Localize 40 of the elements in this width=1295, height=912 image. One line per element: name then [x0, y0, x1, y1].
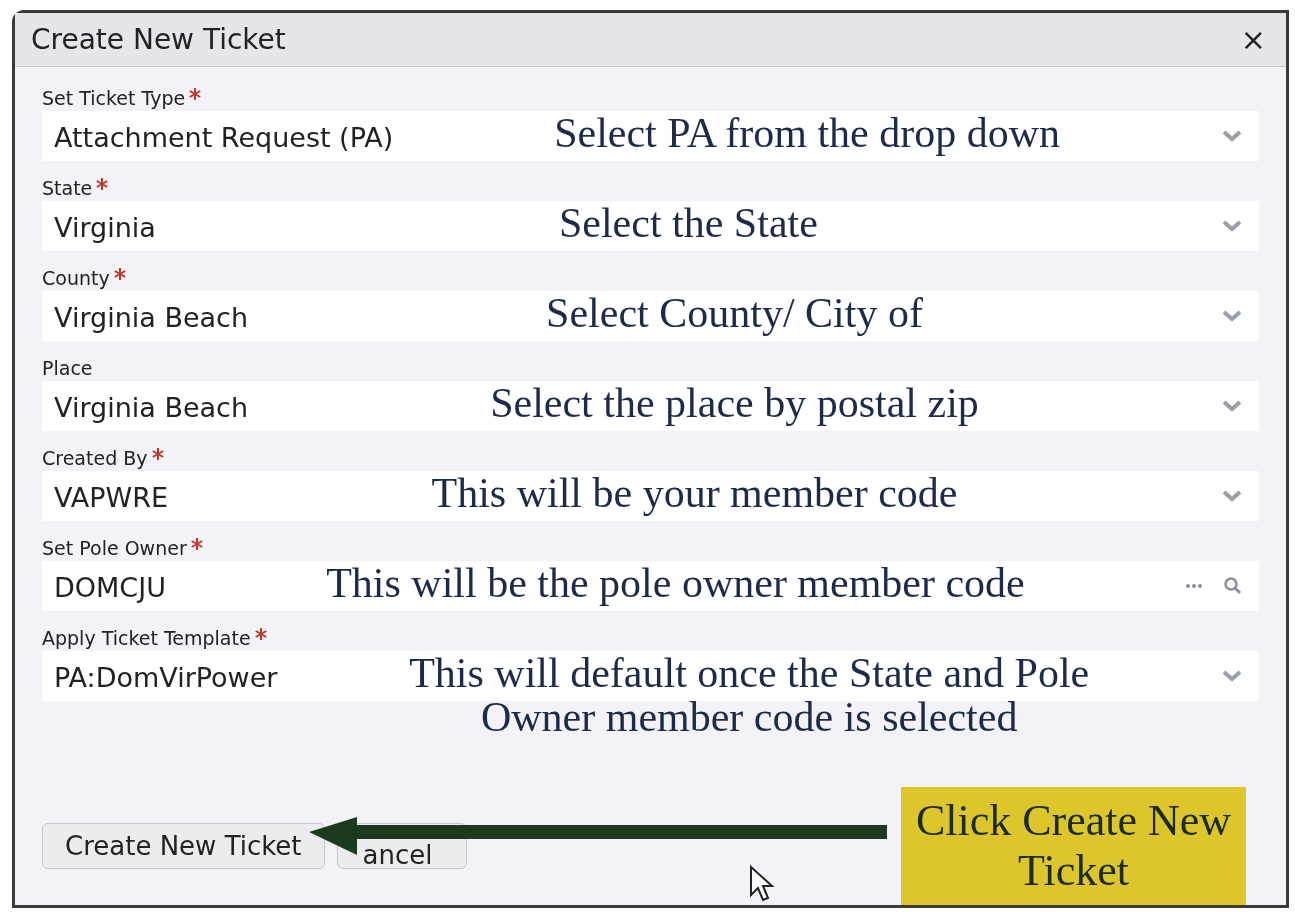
field-value: VAPWRE	[54, 480, 168, 515]
chevron-down-icon[interactable]	[1221, 669, 1243, 683]
ellipsis-icon[interactable]	[1185, 583, 1203, 589]
annotation-text: This will be the pole owner member code	[326, 561, 1025, 605]
field-label: County	[42, 267, 110, 289]
field-label: Created By	[42, 447, 148, 469]
field-value: Attachment Request (PA)	[54, 120, 394, 155]
select-field[interactable]: Virginia Select the State	[42, 201, 1259, 251]
select-field[interactable]: VAPWRE This will be your member code	[42, 471, 1259, 521]
close-button[interactable]: ×	[1236, 24, 1270, 55]
field-label: State	[42, 177, 93, 199]
create-ticket-button[interactable]: Create New Ticket	[42, 823, 325, 869]
field-value: Virginia	[54, 210, 156, 245]
chevron-down-icon[interactable]	[1221, 219, 1243, 233]
annotation-text: Select the State	[558, 201, 818, 245]
chevron-down-icon[interactable]	[1221, 309, 1243, 323]
search-icon[interactable]	[1223, 576, 1243, 596]
annotation-text: Select PA from the drop down	[554, 111, 1061, 155]
field-value: Virginia Beach	[54, 390, 249, 425]
select-field[interactable]: DOMCJU This will be the pole owner member code	[42, 561, 1259, 611]
field-value: PA:DomVirPower	[54, 660, 278, 695]
annotation-text: This will default once the State and Pole Owner member code is selected	[408, 651, 1091, 739]
chevron-down-icon[interactable]	[1221, 129, 1243, 143]
chevron-down-icon[interactable]	[1221, 489, 1243, 503]
field-label: Apply Ticket Template	[42, 627, 251, 649]
field-value: DOMCJU	[54, 570, 166, 605]
field-label: Set Pole Owner	[42, 537, 187, 559]
dialog-title: Create New Ticket	[31, 21, 286, 58]
select-field[interactable]: Virginia Beach Select County/ City of	[42, 291, 1259, 341]
select-field[interactable]: Virginia Beach Select the place by postal zip	[42, 381, 1259, 431]
annotation-text: Select County/ City of	[546, 291, 923, 335]
field-value: Virginia Beach	[54, 300, 249, 335]
field-label: Place	[42, 357, 93, 379]
field-label: Set Ticket Type	[42, 87, 186, 109]
callout-text: Click Create New Ticket	[914, 796, 1233, 896]
annotation-text: Select the place by postal zip	[490, 381, 979, 425]
chevron-down-icon[interactable]	[1221, 399, 1243, 413]
annotation-text: This will be your member code	[431, 471, 958, 515]
select-field[interactable]: Attachment Request (PA) Select PA from the drop down	[42, 111, 1259, 161]
cursor-icon	[749, 865, 775, 903]
